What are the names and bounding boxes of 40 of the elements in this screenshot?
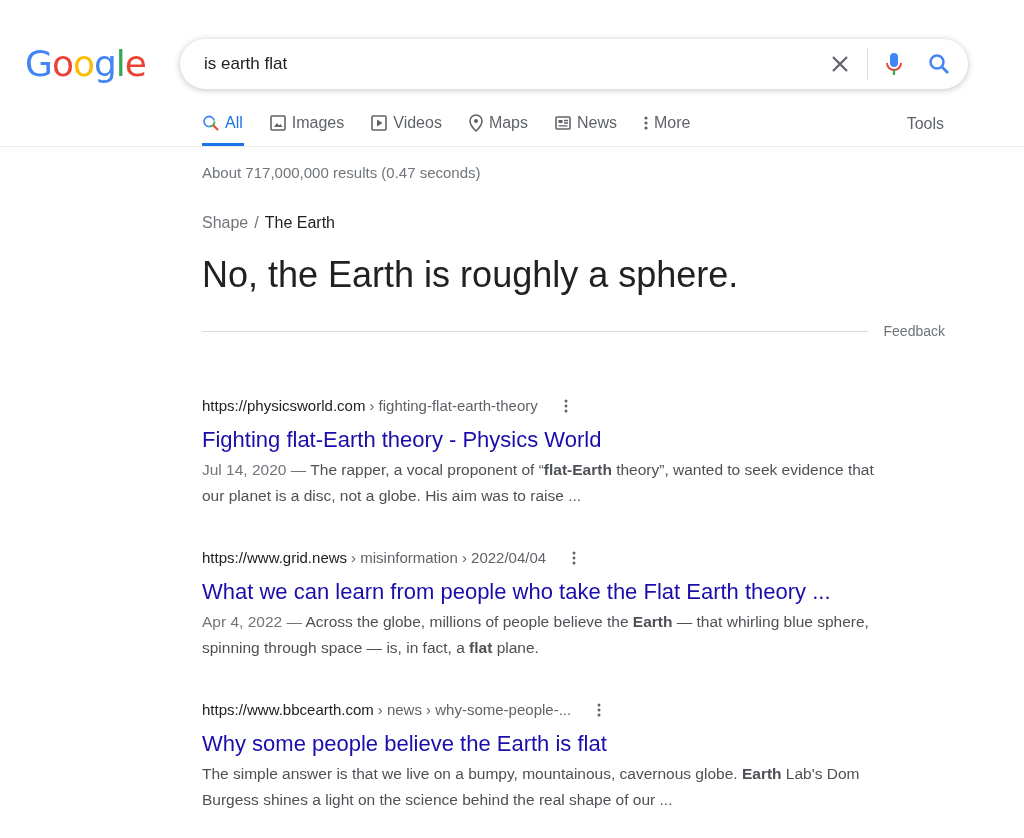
more-options-icon[interactable]	[572, 550, 577, 565]
tab[interactable]: Maps	[467, 102, 529, 146]
google-logo[interactable]: Google	[25, 46, 180, 82]
more-options-icon[interactable]	[597, 702, 602, 717]
map-pin-icon	[468, 113, 483, 132]
result-snippet: Jul 14, 2020 — The rapper, a vocal proponent of “flat-Earth theory”, wanted to seek evidence that our planet is a disc, not a globe. His aim was to raise ...	[202, 459, 875, 506]
close-icon[interactable]	[831, 55, 849, 73]
result-title-link[interactable]: Fighting flat-Earth theory - Physics World	[202, 425, 1024, 454]
answer-heading: No, the Earth is roughly a sphere.	[202, 252, 740, 297]
tab[interactable]: All	[202, 102, 244, 146]
breadcrumb-path: › misinformation › 2022/04/04	[351, 547, 547, 568]
breadcrumb-link[interactable]: Shape	[202, 210, 249, 235]
search-field[interactable]: is earth flat	[180, 39, 968, 89]
result-snippet: Apr 4, 2022 — Across the globe, millions of people believe the Earth — that whirling blue sphere, spinning through space — is, in fact, a flat plane.	[202, 611, 870, 658]
result-url[interactable]: https://physicsworld.com	[202, 394, 366, 417]
feedback-link[interactable]: Feedback	[883, 320, 945, 342]
breadcrumb-path: › fighting-flat-earth-theory	[369, 395, 538, 416]
tab[interactable]: Images	[268, 102, 346, 146]
breadcrumb-path: › news › why-some-people-...	[377, 699, 572, 720]
image-icon	[269, 114, 286, 131]
play-icon	[371, 114, 388, 131]
result-stats: About 717,000,000 results (0.47 seconds)	[202, 163, 482, 183]
breadcrumb-separator: /	[254, 212, 259, 233]
tab[interactable]: More	[643, 102, 692, 146]
microphone-icon[interactable]	[886, 52, 902, 76]
result-title-link[interactable]: What we can learn from people who take the Flat Earth theory ...	[202, 577, 1024, 606]
breadcrumb-link[interactable]: The Earth	[264, 210, 335, 235]
tools-button[interactable]: Tools	[906, 112, 944, 136]
result-snippet: The simple answer is that we live on a bumpy, mountainous, cavernous globe. Earth Lab's Dom Burgess shines a light on the science behind the real shape of our ...	[202, 763, 861, 810]
tab[interactable]: News	[554, 102, 619, 146]
more-icon	[644, 114, 649, 131]
result-title-link[interactable]: Why some people believe the Earth is flat	[202, 729, 1024, 758]
more-options-icon[interactable]	[563, 398, 568, 413]
result-url[interactable]: https://www.grid.news	[202, 546, 348, 569]
search-icon[interactable]	[928, 53, 950, 75]
search-query: is earth flat	[204, 53, 289, 76]
newspaper-icon	[555, 115, 571, 130]
tab[interactable]: Videos	[370, 102, 443, 146]
search-icon	[203, 114, 219, 131]
result-url[interactable]: https://www.bbcearth.com	[202, 698, 374, 721]
